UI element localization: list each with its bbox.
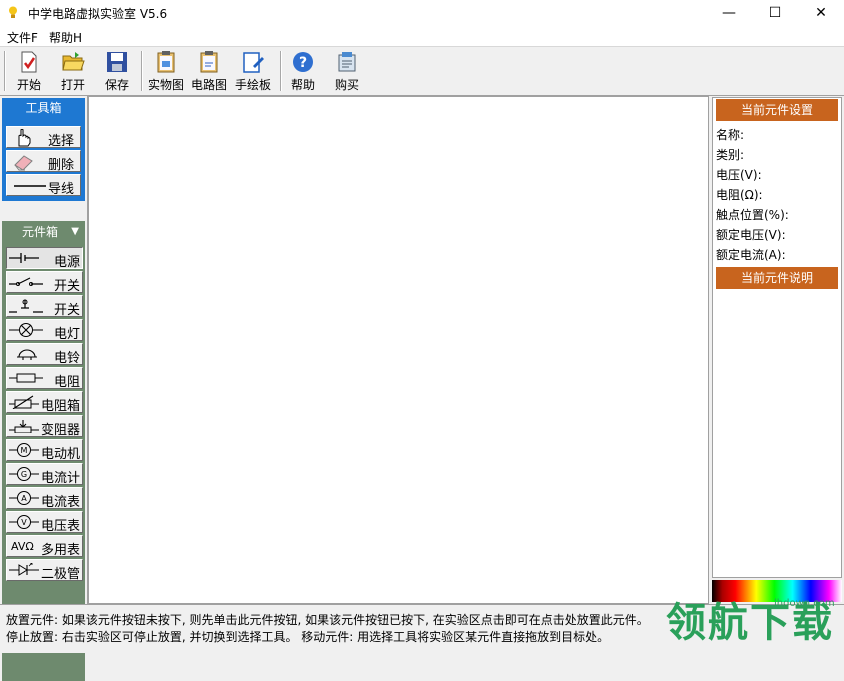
settings-pane: 当前元件设置 名称: 类别: 电压(V): 电阻(Ω): 触点位置(%): 额定… [710, 96, 844, 604]
toolbar-circuit-diagram-button[interactable]: 电路图 [190, 50, 228, 92]
hand-pointer-icon [18, 129, 31, 147]
wire-icon [14, 185, 46, 187]
experiment-canvas[interactable] [88, 96, 709, 604]
toolbar: 开始 打开 保存 实物图 电路图 手绘板 ? 帮助 购买 [0, 47, 844, 96]
diode-symbol-icon [9, 563, 39, 576]
component-push-switch-button[interactable]: 开关 [6, 295, 83, 318]
component-multimeter-button[interactable]: AVΩ 多用表 [6, 535, 83, 558]
component-resistor-button[interactable]: 电阻 [6, 367, 83, 390]
tool-delete-button[interactable]: 删除 [6, 150, 81, 173]
galvanometer-symbol-icon: G [9, 467, 39, 481]
lamp-symbol-icon [9, 323, 43, 337]
clipboard-icon [157, 51, 175, 73]
toolbar-separator [141, 51, 143, 91]
push-switch-symbol-icon [9, 299, 43, 313]
toolbar-open-button[interactable]: 打开 [56, 50, 90, 92]
tool-wire-button[interactable]: 导线 [6, 174, 81, 197]
title-bar: 中学电路虚拟实验室 V5.6 — ☐ ✕ [0, 0, 844, 26]
toolbox-panel: 工具箱 选择 删除 导线 [2, 98, 85, 201]
prop-type-label: 类别: [716, 148, 745, 162]
svg-text:G: G [21, 470, 27, 479]
minimize-button[interactable]: — [706, 0, 752, 26]
component-galvanometer-button[interactable]: G 电流计 [6, 463, 83, 486]
prop-name-label: 名称: [716, 128, 745, 142]
component-motor-button[interactable]: M 电动机 [6, 439, 83, 462]
clipboard-icon [200, 51, 218, 73]
menu-help[interactable]: 帮助H [49, 29, 82, 46]
tool-select-button[interactable]: 选择 [6, 126, 81, 149]
toolbar-separator [280, 51, 282, 91]
component-bell-button[interactable]: 电铃 [6, 343, 83, 366]
bell-symbol-icon [17, 349, 37, 360]
close-button[interactable]: ✕ [798, 0, 844, 26]
toolbar-purchase-button[interactable]: 购买 [330, 50, 364, 92]
svg-text:?: ? [299, 55, 307, 71]
toolbar-separator [4, 51, 6, 91]
status-line-1: 放置元件: 如果该元件按钮未按下, 则先单击此元件按钮, 如果该元件按钮已按下,… [6, 613, 649, 627]
help-icon: ? [293, 52, 313, 72]
prop-voltage-label: 电压(V): [716, 168, 762, 182]
settings-panel: 当前元件设置 名称: 类别: 电压(V): 电阻(Ω): 触点位置(%): 额定… [712, 97, 842, 578]
prop-resistance-label: 电阻(Ω): [716, 188, 763, 202]
resistor-symbol-icon [9, 373, 43, 383]
toolbox-title: 工具箱 [25, 101, 62, 115]
svg-text:A: A [21, 494, 27, 503]
prop-contact-position-label: 触点位置(%): [716, 208, 789, 222]
cart-icon [338, 52, 356, 72]
component-box-title[interactable]: 元件箱 ▼ [2, 221, 85, 243]
left-pane: 工具箱 选择 删除 导线 元件箱 ▼ 电源 开关 开关 电灯 电铃 电阻 电阻箱… [0, 96, 88, 681]
toolbar-save-button[interactable]: 保存 [100, 50, 134, 92]
component-lamp-button[interactable]: 电灯 [6, 319, 83, 342]
component-switch-button[interactable]: 开关 [6, 271, 83, 294]
component-voltmeter-button[interactable]: V 电压表 [6, 511, 83, 534]
prop-rated-current-label: 额定电流(A): [716, 248, 786, 262]
component-ammeter-button[interactable]: A 电流表 [6, 487, 83, 510]
component-rheostat-button[interactable]: 变阻器 [6, 415, 83, 438]
toolbar-start-button[interactable]: 开始 [12, 50, 46, 92]
lightbulb-icon [9, 6, 17, 18]
voltmeter-symbol-icon: V [9, 515, 39, 529]
rheostat-symbol-icon [9, 420, 39, 433]
window-title: 中学电路虚拟实验室 V5.6 [28, 7, 168, 21]
description-title: 当前元件说明 [716, 267, 838, 289]
toolbar-physical-diagram-button[interactable]: 实物图 [147, 50, 185, 92]
save-disk-icon [107, 52, 127, 72]
component-diode-button[interactable]: 二极管 [6, 559, 83, 582]
toolbar-help-button[interactable]: ? 帮助 [286, 50, 320, 92]
resistor-box-symbol-icon [9, 395, 39, 409]
menu-bar: 文件F 帮助H [0, 26, 844, 47]
chevron-down-icon[interactable]: ▼ [71, 221, 79, 243]
pen-board-icon [243, 52, 264, 73]
svg-text:V: V [21, 518, 27, 527]
settings-title: 当前元件设置 [716, 99, 838, 121]
multimeter-symbol-icon: AVΩ [11, 540, 34, 553]
component-power-button[interactable]: 电源 [6, 247, 83, 270]
menu-file[interactable]: 文件F [7, 29, 38, 46]
eraser-icon [14, 155, 33, 171]
new-document-icon [21, 51, 37, 73]
open-folder-icon [62, 52, 85, 71]
motor-symbol-icon: M [9, 443, 39, 457]
switch-symbol-icon [9, 277, 43, 286]
prop-rated-voltage-label: 额定电压(V): [716, 228, 786, 242]
status-line-2: 停止放置: 右击实验区可停止放置, 并切换到选择工具。 移动元件: 用选择工具将… [6, 630, 610, 644]
battery-symbol-icon [9, 253, 39, 263]
ammeter-symbol-icon: A [9, 491, 39, 505]
watermark-site: lhdown.com [774, 598, 835, 609]
svg-text:M: M [21, 446, 28, 455]
component-resistor-box-button[interactable]: 电阻箱 [6, 391, 83, 414]
maximize-button[interactable]: ☐ [752, 0, 798, 26]
toolbar-drawing-board-button[interactable]: 手绘板 [234, 50, 272, 92]
